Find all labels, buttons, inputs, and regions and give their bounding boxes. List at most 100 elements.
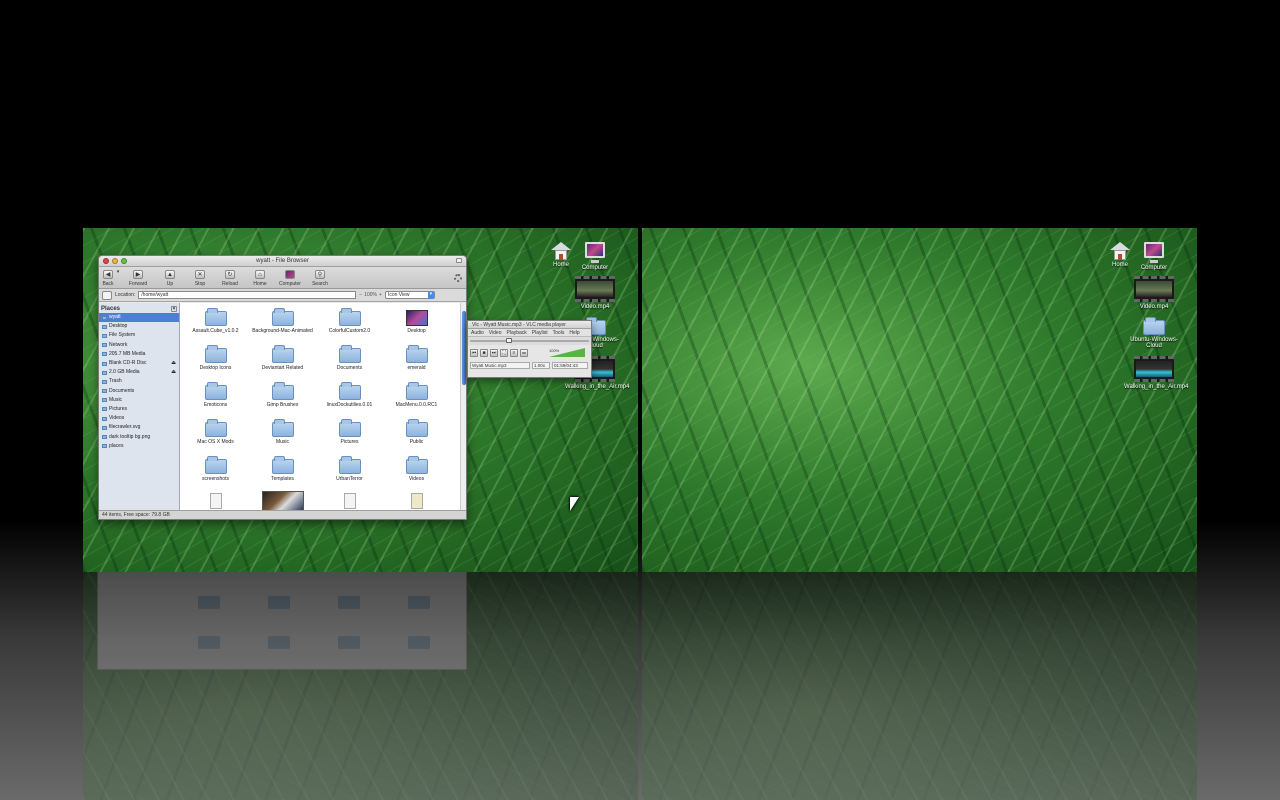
search-button[interactable]: ⚲ Search	[305, 269, 335, 287]
scrollbar-thumb[interactable]	[462, 311, 466, 385]
stop-button[interactable]: ✕ Stop	[185, 269, 215, 287]
minimize-icon[interactable]	[112, 258, 118, 264]
sidebar-item[interactable]: Network	[99, 341, 179, 350]
previous-icon[interactable]: ⏮	[470, 349, 478, 357]
workspace-2[interactable]: Home Computer Video.mp4 Ubuntu-Windows-C…	[642, 228, 1197, 572]
workspace-1[interactable]: Home Computer Video.mp4 Ubuntu-Windows-C…	[83, 228, 638, 572]
document-icon[interactable]	[410, 493, 423, 509]
forward-button[interactable]: ▶ Forward	[121, 269, 155, 287]
menu-video[interactable]: Video	[489, 329, 502, 336]
toolbar-toggle-icon[interactable]	[456, 258, 462, 263]
window-titlebar[interactable]: wyatt - File Browser	[99, 256, 466, 267]
file-item[interactable]: Emoticons	[182, 381, 249, 418]
file-item[interactable]: Music	[249, 418, 316, 455]
place-icon	[102, 444, 107, 449]
file-item[interactable]: screenshots	[182, 455, 249, 492]
image-thumbnail-icon[interactable]	[261, 491, 304, 510]
back-button[interactable]: ◀ Back	[101, 269, 115, 287]
file-item-label: ColorfulCustom2.0	[328, 328, 371, 334]
sidebar-close-icon[interactable]: ×	[171, 306, 177, 312]
vlc-titlebar[interactable]: Vlc - Wyatt Music.mp3 - VLC media player	[468, 321, 591, 329]
sidebar-item[interactable]: Blank CD-R Disc ⏏	[99, 359, 179, 368]
file-item[interactable]: ColorfulCustom2.0	[316, 307, 383, 344]
desktop-icon-folder[interactable]: Ubuntu-Windows-Cloud	[1124, 317, 1184, 349]
close-icon[interactable]	[103, 258, 109, 264]
document-icon[interactable]	[209, 493, 222, 509]
desktop-icon-home[interactable]: Home	[1102, 242, 1138, 268]
sidebar-item[interactable]: 205.7 MB Media	[99, 350, 179, 359]
file-item[interactable]: Documents	[316, 344, 383, 381]
file-item[interactable]: Gimp Brushes	[249, 381, 316, 418]
sidebar-item[interactable]: Trash	[99, 377, 179, 386]
sidebar-item[interactable]: 2.0 GB Media ⏏	[99, 368, 179, 377]
reload-button[interactable]: ↻ Reload	[215, 269, 245, 287]
desktop-icon-computer[interactable]: Computer	[577, 242, 613, 271]
desktop-icon-video-2[interactable]: Walking_in_the_Air.mp4	[1124, 356, 1188, 390]
sidebar-item[interactable]: Documents	[99, 387, 179, 396]
file-item[interactable]: Background-Mac-Animated	[249, 307, 316, 344]
maximize-icon[interactable]	[121, 258, 127, 264]
sidebar-item[interactable]: dark tooltip bg.png	[99, 432, 179, 441]
menu-playback[interactable]: Playback	[507, 329, 527, 336]
eject-icon[interactable]: ⏏	[171, 359, 176, 368]
desktop-icon-home[interactable]: Home	[543, 242, 579, 268]
file-item[interactable]: UrbanTerror	[316, 455, 383, 492]
vlc-window[interactable]: Vlc - Wyatt Music.mp3 - VLC media player…	[467, 320, 592, 378]
sidebar-header: Places ×	[99, 305, 179, 313]
sidebar-item[interactable]: wyatt	[99, 313, 179, 323]
next-icon[interactable]: ⏭	[490, 349, 498, 357]
view-mode-select[interactable]: Icon View	[384, 291, 435, 299]
location-toggle-button[interactable]	[102, 290, 112, 300]
sidebar-item[interactable]: Videos	[99, 414, 179, 423]
fullscreen-icon[interactable]: ⛶	[500, 349, 508, 357]
location-input[interactable]: /home/wyatt	[138, 291, 357, 299]
desktop-icon-video[interactable]: Video.mp4	[565, 276, 625, 310]
file-browser-window[interactable]: wyatt - File Browser ◀ Back ▾ ▶ Forward …	[98, 255, 467, 520]
desktop-icon-video[interactable]: Video.mp4	[1124, 276, 1184, 310]
file-item[interactable]: MacMenu.0.0.RC1	[383, 381, 450, 418]
file-item[interactable]: emerald	[383, 344, 450, 381]
computer-button[interactable]: Computer	[275, 269, 305, 287]
file-item[interactable]: Pictures	[316, 418, 383, 455]
current-file: Wyatt Music.mp3	[470, 362, 530, 369]
playlist-icon[interactable]: ≡	[510, 349, 518, 357]
file-item-label: Mac OS X Mods	[197, 439, 234, 445]
file-item[interactable]: linuxDockutilies.0.01	[316, 381, 383, 418]
file-item[interactable]: Public	[383, 418, 450, 455]
stop-icon[interactable]: ■	[480, 349, 488, 357]
menu-help[interactable]: Help	[569, 329, 579, 336]
file-item[interactable]: Desktop	[383, 307, 450, 344]
volume-slider[interactable]: 100%	[549, 348, 587, 359]
file-item[interactable]: Videos	[383, 455, 450, 492]
location-label: Location:	[115, 292, 136, 298]
desktop-icon-label: Ubuntu-Windows-Cloud	[1130, 337, 1178, 349]
file-item[interactable]: Desktop Icons	[182, 344, 249, 381]
menu-playlist[interactable]: Playlist	[532, 329, 548, 336]
file-item[interactable]: Deviantart Related	[249, 344, 316, 381]
sidebar-item[interactable]: Music	[99, 396, 179, 405]
back-arrow-icon: ◀	[103, 270, 113, 279]
file-item[interactable]: Mac OS X Mods	[182, 418, 249, 455]
seek-knob[interactable]	[506, 338, 512, 343]
sidebar-item[interactable]: filecrawler.svg	[99, 423, 179, 432]
file-item[interactable]: Assault.Cube_v1.0.2	[182, 307, 249, 344]
file-item[interactable]: Templates	[249, 455, 316, 492]
sidebar-item[interactable]: Desktop	[99, 322, 179, 331]
sidebar-item[interactable]: Pictures	[99, 405, 179, 414]
menu-audio[interactable]: Audio	[471, 329, 484, 336]
document-icon[interactable]	[343, 493, 356, 509]
seek-slider[interactable]	[468, 337, 591, 345]
desktop-icon-label: Computer	[581, 265, 609, 271]
zoom-in-button[interactable]: +	[379, 292, 382, 298]
sidebar-item[interactable]: places	[99, 442, 179, 451]
equalizer-icon[interactable]: ⚌	[520, 349, 528, 357]
desktop-icon-computer[interactable]: Computer	[1136, 242, 1172, 271]
menu-tools[interactable]: Tools	[553, 329, 565, 336]
file-view[interactable]: Assault.Cube_v1.0.2 Background-Mac-Animat…	[180, 303, 466, 510]
sidebar-item[interactable]: File System	[99, 331, 179, 340]
zoom-out-button[interactable]: −	[359, 292, 362, 298]
eject-icon[interactable]: ⏏	[171, 368, 176, 377]
home-button[interactable]: ⌂ Home	[245, 269, 275, 287]
vertical-scrollbar[interactable]	[460, 303, 466, 510]
up-button[interactable]: ▲ Up	[155, 269, 185, 287]
